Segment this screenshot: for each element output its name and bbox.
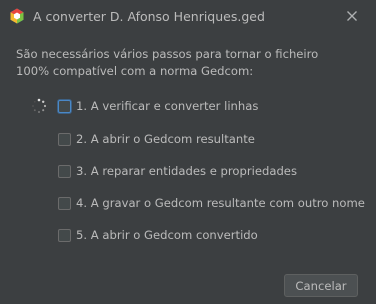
intro-text: São necessários vários passos para torna… bbox=[16, 46, 318, 80]
step-1-checkbox[interactable] bbox=[58, 99, 71, 113]
step-4-checkbox[interactable] bbox=[58, 196, 71, 210]
title-bar: A converter D. Afonso Henriques.ged bbox=[0, 0, 376, 31]
intro-line-1: São necessários vários passos para torna… bbox=[16, 47, 319, 61]
step-2-checkbox[interactable] bbox=[58, 132, 71, 146]
converter-dialog: A converter D. Afonso Henriques.ged São … bbox=[0, 0, 376, 304]
step-3-checkbox[interactable] bbox=[58, 164, 71, 178]
step-5: 5. A abrir o Gedcom convertido bbox=[58, 227, 258, 243]
step-3-label: 3. A reparar entidades e propriedades bbox=[76, 164, 297, 178]
step-2: 2. A abrir o Gedcom resultante bbox=[58, 131, 255, 147]
intro-line-2: 100% compatível com a norma Gedcom: bbox=[16, 64, 254, 78]
cancel-button[interactable]: Cancelar bbox=[284, 274, 358, 297]
step-1: 1. A verificar e converter linhas bbox=[58, 98, 258, 114]
step-4-label: 4. A gravar o Gedcom resultante com outr… bbox=[76, 196, 365, 210]
step-1-label: 1. A verificar e converter linhas bbox=[76, 99, 259, 113]
loading-spinner-icon bbox=[32, 98, 47, 113]
step-2-label: 2. A abrir o Gedcom resultante bbox=[76, 132, 255, 146]
close-icon[interactable] bbox=[344, 8, 360, 24]
step-5-checkbox[interactable] bbox=[58, 228, 71, 242]
step-5-label: 5. A abrir o Gedcom convertido bbox=[76, 228, 258, 242]
window-title: A converter D. Afonso Henriques.ged bbox=[33, 9, 265, 24]
step-4: 4. A gravar o Gedcom resultante com outr… bbox=[58, 195, 365, 211]
app-logo-icon bbox=[10, 8, 24, 24]
step-3: 3. A reparar entidades e propriedades bbox=[58, 163, 297, 179]
